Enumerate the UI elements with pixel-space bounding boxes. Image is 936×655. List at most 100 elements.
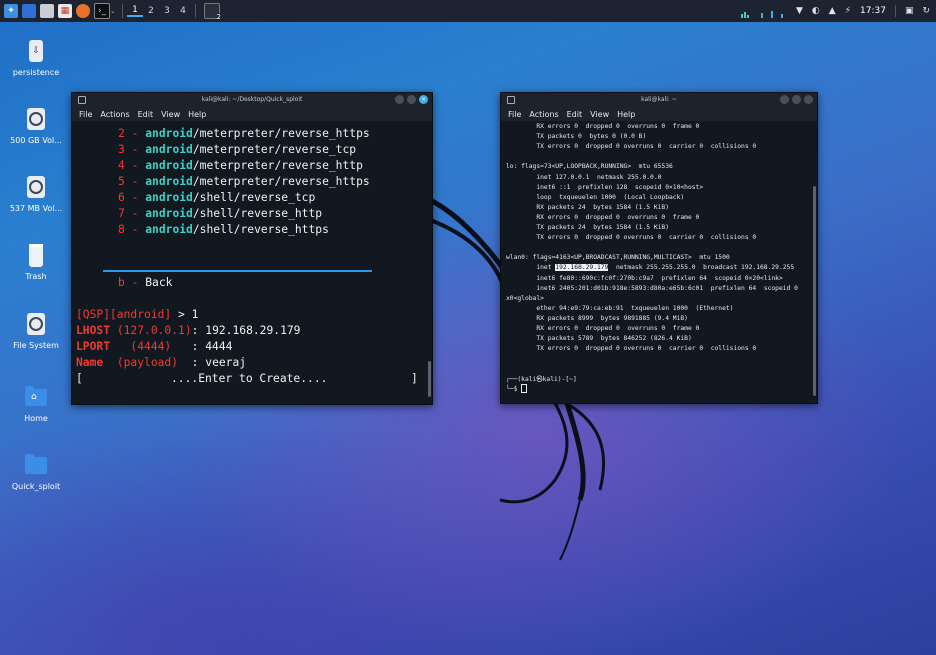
volume-icon[interactable]: ◐ [812, 6, 820, 16]
desktop-icon-file-system[interactable]: File System [1, 311, 71, 350]
terminal-line: TX packets 24 bytes 1584 (1.5 KiB) [506, 224, 670, 231]
menu-help[interactable]: Help [617, 110, 635, 119]
menu-actions[interactable]: Actions [529, 110, 558, 119]
desktop-icon-label: 537 MB Vol... [9, 204, 63, 213]
workspace-4[interactable]: 4 [175, 6, 191, 16]
window-title: kali@kali: ~ [641, 96, 677, 103]
drive-icon [27, 313, 45, 335]
maximize-button[interactable] [792, 95, 801, 104]
terminal-line: TX errors 0 dropped 0 overruns 0 carrier… [506, 345, 757, 353]
payload-option: 2 - android/meterpreter/reverse_https [118, 127, 370, 140]
terminal-line: RX errors 0 dropped 0 overruns 0 frame 0 [506, 325, 700, 332]
terminal-line: RX errors 0 dropped 0 overruns 0 frame 0 [506, 213, 700, 221]
terminal-icon[interactable]: ›_ [94, 3, 110, 19]
terminal-line: RX packets 8999 bytes 9891885 (9.4 MiB) [506, 314, 688, 322]
network-icon[interactable]: ▼ [796, 6, 803, 16]
menu-edit[interactable]: Edit [138, 110, 154, 119]
desktop-icon-label: Quick_sploit [11, 482, 61, 491]
menu-view[interactable]: View [590, 110, 609, 119]
terminal-line: TX errors 0 dropped 0 overruns 0 carrier… [506, 143, 757, 151]
qsp-prompt: [QSP][android] > 1 [76, 308, 199, 321]
firefox-icon[interactable] [76, 4, 90, 18]
menu-view[interactable]: View [161, 110, 180, 119]
terminal-line: lo: flags=73<UP,LOOPBACK,RUNNING> mtu 65… [506, 163, 673, 171]
terminal-line: loop txqueuelen 1000 (Local Loopback) [506, 193, 685, 201]
menu-file[interactable]: File [79, 110, 92, 119]
terminal-line: TX packets 0 bytes 0 (0.0 B) [506, 133, 647, 141]
desktop-icon-trash[interactable]: Trash [1, 242, 71, 281]
workspace-1[interactable]: 1 [127, 5, 143, 17]
show-desktop-icon[interactable] [22, 4, 36, 18]
drive-icon [27, 176, 45, 198]
workspace-2[interactable]: 2 [143, 6, 159, 16]
terminal-line: RX packets 24 bytes 1584 (1.5 KiB) [506, 203, 670, 211]
scrollbar[interactable] [813, 186, 816, 396]
workspace-3[interactable]: 3 [159, 6, 175, 16]
shell-prompt: ┌──(kali㉿kali)-[~] [506, 375, 577, 383]
desktop-icon-500gb-volume[interactable]: 500 GB Vol... [1, 106, 71, 145]
terminal-icon [507, 96, 515, 104]
text-cursor [521, 383, 528, 393]
shell-prompt-line[interactable]: └─$ [506, 383, 528, 393]
window-menubar: File Actions Edit View Help [72, 107, 432, 121]
terminal-output[interactable]: RX errors 0 dropped 0 overruns 0 frame 0… [501, 121, 817, 403]
power-icon[interactable]: ⚡ [845, 6, 851, 16]
task-window-icon[interactable]: 2 [204, 3, 221, 21]
drive-icon [27, 108, 45, 130]
terminal-line: inet6 ::1 prefixlen 128 scopeid 0×10<hos… [506, 183, 704, 191]
close-button[interactable]: × [419, 95, 428, 104]
window-titlebar[interactable]: kali@kali: ~/Desktop/Quick_sploit × [72, 93, 432, 107]
window-title: kali@kali: ~/Desktop/Quick_sploit [201, 96, 303, 103]
menu-file[interactable]: File [508, 110, 521, 119]
top-panel: ✦ ▦ ›_ ⌄ 1 2 3 4 2 ▼ ◐ ▲ ⚡ 17:37 ▣ ↻ [0, 0, 936, 22]
selected-ip[interactable]: 192.168.29.179 [555, 264, 609, 272]
desktop-icon-label: File System [13, 341, 59, 350]
notifications-icon[interactable]: ▲ [829, 6, 836, 16]
kali-menu-icon[interactable]: ✦ [4, 4, 18, 18]
create-prompt-text: ....Enter to Create.... [171, 372, 328, 385]
usb-drive-icon: ⇩ [29, 40, 43, 62]
payload-option: 3 - android/meterpreter/reverse_tcp [118, 143, 357, 156]
desktop-icon-home[interactable]: ⌂ Home [1, 384, 71, 423]
back-option: b - Back [118, 276, 173, 289]
terminal-line: inet6 fe80::690c:fc0f:270b:c9a7 prefixle… [506, 274, 783, 282]
clock-time[interactable]: 17:37 [860, 6, 886, 16]
scrollbar[interactable] [428, 361, 431, 397]
maximize-button[interactable] [407, 95, 416, 104]
terminal-line: TX errors 0 dropped 0 overruns 0 carrier… [506, 234, 757, 242]
payload-option: 6 - android/shell/reverse_tcp [118, 191, 316, 204]
minimize-button[interactable] [780, 95, 789, 104]
chevron-down-icon[interactable]: ⌄ [110, 7, 118, 15]
menu-actions[interactable]: Actions [100, 110, 129, 119]
lhost-field: LHOST (127.0.0.1): 192.168.29.179 [76, 324, 301, 337]
terminal-line: RX errors 0 dropped 0 overruns 0 frame 0 [506, 123, 700, 130]
terminal-line: ether 94:e9:79:ca:eb:91 txqueuelen 1000 … [506, 304, 734, 312]
window-titlebar[interactable]: kali@kali: ~ [501, 93, 817, 107]
menu-edit[interactable]: Edit [567, 110, 583, 119]
payload-option: 7 - android/shell/reverse_http [118, 207, 323, 220]
payload-option: 5 - android/meterpreter/reverse_https [118, 175, 370, 188]
payload-option: 4 - android/meterpreter/reverse_http [118, 159, 363, 172]
panel-separator [894, 5, 896, 17]
close-button[interactable] [804, 95, 813, 104]
desktop-icon-label: 500 GB Vol... [10, 136, 62, 145]
text-editor-icon[interactable]: ▦ [58, 4, 72, 18]
menu-help[interactable]: Help [188, 110, 206, 119]
panel-separator [195, 4, 196, 18]
desktop-icon-537mb-volume[interactable]: 537 MB Vol... [1, 174, 71, 213]
file-manager-icon[interactable] [40, 4, 54, 18]
logout-icon[interactable]: ↻ [922, 6, 930, 16]
terminal-line: TX packets 5789 bytes 846252 (826.4 KiB) [506, 335, 692, 343]
lock-icon[interactable]: ▣ [905, 6, 914, 16]
terminal-output[interactable]: 2 - android/meterpreter/reverse_https 3 … [72, 121, 432, 404]
desktop-icon-persistence[interactable]: ⇩ persistence [1, 38, 71, 77]
window-menubar: File Actions Edit View Help [501, 107, 817, 121]
menu-divider [103, 270, 372, 272]
terminal-window-home[interactable]: kali@kali: ~ File Actions Edit View Help… [500, 92, 818, 404]
desktop-icon-label: persistence [12, 68, 60, 77]
minimize-button[interactable] [395, 95, 404, 104]
terminal-window-quick-sploit[interactable]: kali@kali: ~/Desktop/Quick_sploit × File… [71, 92, 433, 405]
desktop-icon-quick-sploit[interactable]: Quick_sploit [1, 452, 71, 491]
lport-field: LPORT (4444) : 4444 [76, 340, 233, 353]
terminal-line: wlan0: flags=4163<UP,BROADCAST,RUNNING,M… [506, 254, 730, 262]
